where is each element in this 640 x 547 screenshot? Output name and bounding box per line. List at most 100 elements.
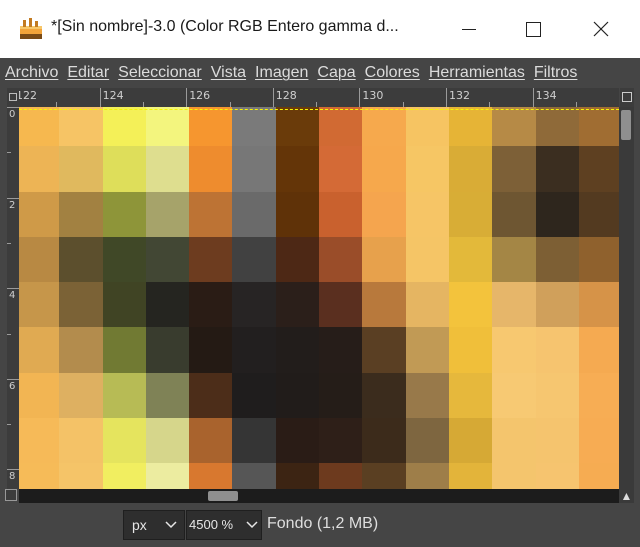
image-pixel (448, 145, 493, 192)
image-pixel (231, 235, 276, 283)
image-pixel (448, 107, 493, 147)
minimize-button[interactable] (446, 0, 492, 58)
zoom-select[interactable]: 4500 % (186, 510, 262, 540)
image-canvas[interactable] (19, 107, 619, 489)
image-pixel (58, 281, 103, 328)
image-pixel (58, 326, 103, 373)
image-pixel (318, 235, 363, 283)
window-title: *[Sin nombre]-3.0 (Color RGB Entero gamm… (51, 18, 399, 35)
image-pixel (577, 281, 619, 328)
image-pixel (361, 190, 406, 237)
ruler-label: 134 (535, 89, 557, 102)
image-pixel (491, 281, 536, 328)
image-pixel (58, 462, 103, 489)
ruler-tick (7, 288, 19, 290)
image-pixel (577, 326, 619, 373)
image-pixel (19, 235, 60, 283)
unit-select[interactable]: px (123, 510, 185, 540)
ruler-tick (359, 88, 361, 107)
zoom-value: 4500 % (189, 517, 234, 532)
image-pixel (404, 281, 449, 328)
image-pixel (577, 107, 619, 147)
menu-capa[interactable]: Capa (317, 64, 355, 82)
ruler-tick (7, 469, 19, 471)
image-pixel (101, 462, 146, 489)
image-pixel (188, 107, 233, 147)
image-pixel (101, 281, 146, 328)
image-pixel (101, 107, 146, 147)
menu-imagen[interactable]: Imagen (255, 64, 308, 82)
image-pixel (274, 281, 320, 328)
image-pixel (231, 281, 276, 328)
image-pixel (361, 417, 406, 464)
image-pixel (361, 107, 406, 147)
image-pixel (274, 107, 320, 147)
image-pixel (19, 326, 60, 373)
maximize-button[interactable] (510, 0, 556, 58)
menu-editar[interactable]: Editar (67, 64, 109, 82)
image-pixel (448, 462, 493, 489)
close-button[interactable] (578, 0, 624, 58)
image-pixel (101, 417, 146, 464)
image-pixel (274, 326, 320, 373)
vertical-ruler[interactable]: 0 2 4 6 8 (7, 107, 19, 489)
image-pixel (144, 281, 190, 328)
image-pixel (274, 417, 320, 464)
vertical-scrollbar[interactable] (619, 107, 634, 489)
image-pixel (144, 462, 190, 489)
ruler-tick (7, 242, 11, 244)
ruler-tick (7, 152, 11, 154)
image-pixel (361, 371, 406, 419)
image-pixel (404, 371, 449, 419)
menu-seleccionar[interactable]: Seleccionar (118, 64, 202, 82)
navigate-icon (622, 92, 632, 102)
layer-info: Fondo (1,2 MB) (267, 515, 379, 532)
image-pixel (448, 326, 493, 373)
image-pixel (144, 371, 190, 419)
zoom-image-when-window-resized-icon[interactable]: ▲ (619, 489, 634, 503)
image-pixel (188, 417, 233, 464)
image-pixel (231, 371, 276, 419)
vertical-scroll-thumb[interactable] (621, 110, 631, 140)
image-pixel (534, 326, 579, 373)
image-pixel (144, 190, 190, 237)
image-pixel (58, 145, 103, 192)
image-pixel (101, 235, 146, 283)
ruler-tick (7, 333, 11, 335)
image-pixel (404, 107, 449, 147)
image-pixel (231, 190, 276, 237)
horizontal-scrollbar[interactable] (19, 489, 619, 503)
image-pixel (274, 190, 320, 237)
image-pixel (231, 107, 276, 147)
chevron-down-icon (165, 521, 177, 529)
image-pixel (534, 145, 579, 192)
navigate-button[interactable] (620, 88, 634, 107)
horizontal-scroll-thumb[interactable] (208, 491, 238, 501)
menu-vista[interactable]: Vista (211, 64, 246, 82)
image-pixel (144, 326, 190, 373)
menu-archivo[interactable]: Archivo (5, 64, 58, 82)
image-pixel (318, 281, 363, 328)
ruler-label: 132 (449, 89, 470, 102)
quick-mask-toggle[interactable] (7, 88, 19, 107)
horizontal-ruler[interactable]: 122 124 126 128 130 132 134 (19, 88, 619, 107)
image-pixel (577, 145, 619, 192)
image-pixel (19, 190, 60, 237)
image-pixel (361, 462, 406, 489)
ruler-label: 6 (9, 380, 16, 392)
image-pixel (577, 371, 619, 419)
menu-filtros[interactable]: Filtros (534, 64, 578, 82)
toggle-selection-icon[interactable] (5, 489, 17, 501)
ruler-label: 2 (9, 199, 16, 211)
minimize-icon (462, 28, 476, 30)
image-pixel (188, 326, 233, 373)
image-pixel (318, 326, 363, 373)
image-pixel (188, 235, 233, 283)
menu-colores[interactable]: Colores (365, 64, 420, 82)
image-pixel (188, 462, 233, 489)
image-pixel (19, 462, 60, 489)
image-pixel (361, 235, 406, 283)
image-pixel (58, 190, 103, 237)
image-pixel (318, 417, 363, 464)
menu-herramientas[interactable]: Herramientas (429, 64, 525, 82)
